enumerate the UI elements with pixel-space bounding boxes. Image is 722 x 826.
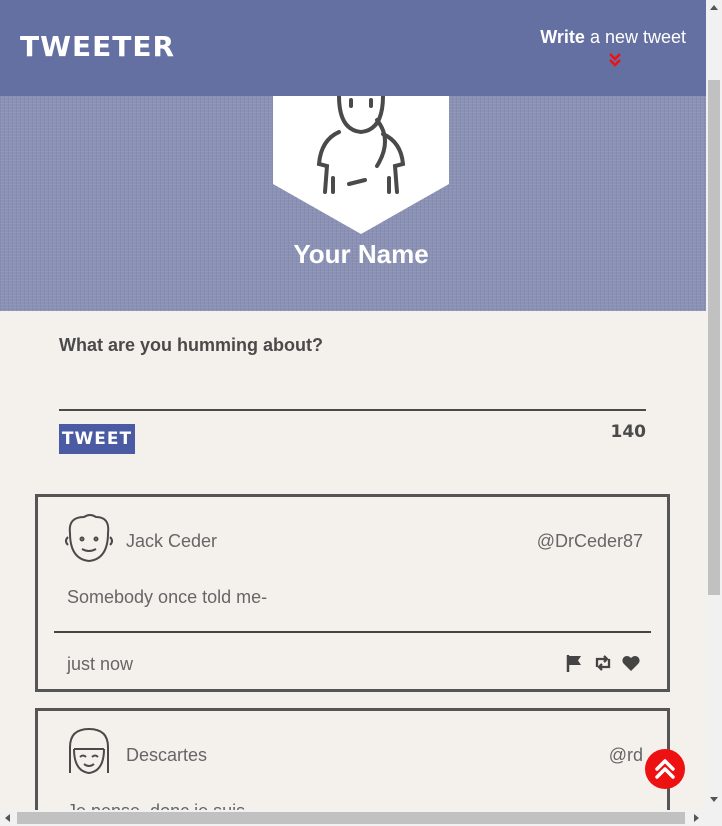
char-counter: 140 xyxy=(610,422,647,442)
brand-logo[interactable]: TWEETER xyxy=(20,30,175,63)
tweet-divider xyxy=(54,631,651,633)
tweet-author-name: Descartes xyxy=(126,745,208,765)
tweet-body: Je pense, donc je suis xyxy=(67,801,245,810)
retweet-icon[interactable] xyxy=(593,653,613,673)
scroll-to-top-button[interactable] xyxy=(645,749,685,789)
composer-label: What are you humming about? xyxy=(59,335,323,355)
tweet-author-name: Jack Ceder xyxy=(126,531,218,551)
tweet-button[interactable]: TWEET xyxy=(59,424,135,454)
tweet-card: Descartes @rd Je pense, donc je suis xyxy=(35,708,670,810)
double-chevron-down-icon[interactable] xyxy=(608,52,622,68)
tweet-card: Jack Ceder @DrCeder87 Somebody once told… xyxy=(35,494,670,692)
vertical-scrollbar[interactable] xyxy=(706,0,722,810)
user-avatar-icon xyxy=(69,727,109,775)
heart-icon[interactable] xyxy=(621,653,641,673)
top-nav: TWEETER Write a new tweet xyxy=(0,0,706,96)
tweet-body: Somebody once told me- xyxy=(67,587,268,607)
scroll-left-arrow-icon[interactable] xyxy=(5,814,10,822)
tweet-author-handle: @rd xyxy=(608,745,643,765)
tweet-input[interactable] xyxy=(59,369,646,411)
scroll-right-arrow-icon[interactable] xyxy=(694,814,699,822)
tweet-actions xyxy=(565,653,641,673)
horizontal-scrollbar[interactable] xyxy=(0,810,722,826)
scroll-up-arrow-icon[interactable] xyxy=(710,5,718,10)
page: Your Name TWEETER Write a new tweet What… xyxy=(0,0,706,810)
new-tweet-form: What are you humming about? TWEET 140 xyxy=(59,335,646,454)
scroll-down-arrow-icon[interactable] xyxy=(710,797,718,802)
flag-icon[interactable] xyxy=(565,653,585,673)
write-tweet-link[interactable]: Write a new tweet xyxy=(540,27,686,48)
tweet-author-handle: @DrCeder87 xyxy=(536,531,643,551)
double-chevron-up-icon xyxy=(655,759,675,779)
user-avatar-icon xyxy=(65,514,113,563)
vertical-scrollbar-thumb[interactable] xyxy=(708,80,720,595)
horizontal-scrollbar-thumb[interactable] xyxy=(17,812,685,824)
profile-name: Your Name xyxy=(293,239,429,269)
write-tweet-label: a new tweet xyxy=(584,27,686,47)
write-tweet-label-bold: Write xyxy=(540,27,585,47)
tweet-timestamp: just now xyxy=(67,654,134,674)
